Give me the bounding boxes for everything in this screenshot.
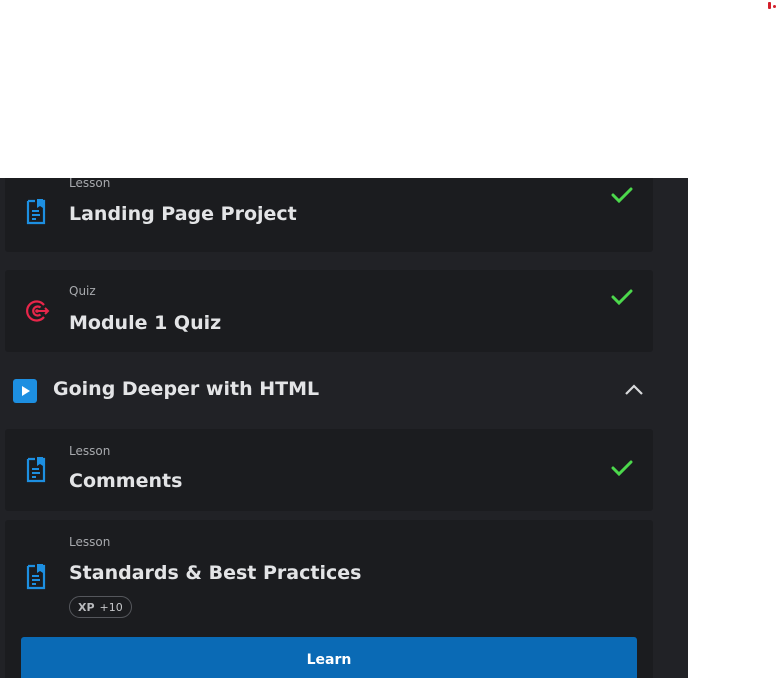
- xp-badge: XP +10: [69, 596, 132, 618]
- lesson-card-comments[interactable]: Lesson Comments: [5, 429, 653, 511]
- learn-button[interactable]: Learn: [21, 637, 637, 678]
- section-header-going-deeper-with-html[interactable]: Going Deeper with HTML: [0, 362, 688, 418]
- lesson-type-label: Quiz: [69, 284, 96, 298]
- section-title: Going Deeper with HTML: [53, 378, 320, 400]
- quiz-target-icon: [24, 298, 50, 328]
- lesson-type-label: Lesson: [69, 178, 111, 190]
- corner-logo-mark: [768, 2, 776, 9]
- lesson-card-landing-page-project[interactable]: Lesson Landing Page Project: [5, 178, 653, 252]
- course-outline-panel: Lesson Landing Page Project Quiz Module …: [0, 178, 688, 678]
- xp-value: +10: [99, 600, 123, 614]
- xp-label: XP: [78, 600, 95, 614]
- lesson-title: Landing Page Project: [69, 203, 297, 225]
- page: Lesson Landing Page Project Quiz Module …: [0, 0, 779, 678]
- lesson-title: Module 1 Quiz: [69, 312, 222, 334]
- lesson-document-icon: [24, 198, 48, 230]
- lesson-document-icon: [24, 456, 48, 488]
- chevron-up-icon[interactable]: [624, 382, 644, 401]
- completed-check-icon: [611, 288, 633, 310]
- play-icon: [13, 379, 37, 403]
- completed-check-icon: [611, 186, 633, 208]
- lesson-title: Comments: [69, 470, 183, 492]
- lesson-type-label: Lesson: [69, 535, 111, 549]
- lesson-card-standards-best-practices[interactable]: Lesson Standards & Best Practices XP +10…: [5, 520, 653, 678]
- quiz-card-module-1[interactable]: Quiz Module 1 Quiz: [5, 270, 653, 352]
- completed-check-icon: [611, 459, 633, 481]
- lesson-type-label: Lesson: [69, 444, 111, 458]
- lesson-title: Standards & Best Practices: [69, 562, 362, 584]
- lesson-document-icon: [24, 563, 48, 595]
